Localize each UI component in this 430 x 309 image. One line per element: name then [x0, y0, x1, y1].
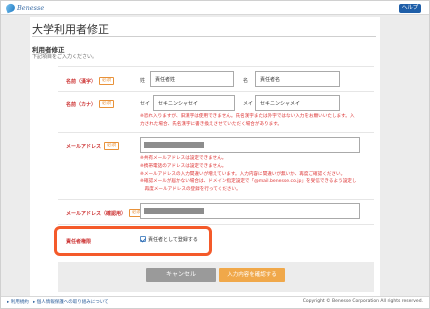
benesse-logo: Benesse — [4, 2, 45, 14]
highlight-box — [54, 226, 212, 256]
button-bar — [58, 262, 374, 292]
sei-kanji-label: 姓 — [140, 78, 146, 84]
title-divider — [32, 36, 376, 37]
redacted-value — [144, 142, 204, 148]
mei-kana-label: メイ — [243, 101, 254, 107]
email-confirm-label: メールアドレス（確認用） 必須 — [66, 209, 145, 217]
cancel-button[interactable]: キャンセル — [146, 268, 216, 282]
logo-text: Benesse — [17, 4, 45, 12]
required-badge: 必須 — [99, 100, 115, 108]
footer: ▸ 利用規約 ▸ 個人情報保護への取り組みについて Copyright © Be… — [1, 296, 429, 308]
copyright: Copyright © Benesse Corporation All righ… — [302, 299, 423, 304]
redacted-value — [144, 208, 204, 214]
email-label: メールアドレス 必須 — [66, 142, 120, 150]
help-button[interactable]: ヘルプ — [399, 4, 421, 13]
privacy-link[interactable]: ▸ 個人情報保護への取り組みについて — [33, 299, 109, 305]
row-divider — [58, 199, 374, 200]
terms-link[interactable]: ▸ 利用規約 — [7, 299, 29, 305]
sei-kana-label: セイ — [140, 101, 151, 107]
row-divider — [58, 91, 374, 92]
name-kana-label: 名前（カナ） 必須 — [66, 100, 115, 108]
top-bar: Benesse ヘルプ — [1, 1, 429, 15]
name-kanji-label: 名前（漢字） 必須 — [66, 77, 115, 85]
mei-kanji-input[interactable]: 責任者名 — [255, 71, 340, 87]
sei-kanji-input[interactable]: 責任者姓 — [150, 71, 234, 87]
section-subtitle: 下記項目をご入力ください。 — [32, 54, 98, 60]
mei-kana-input[interactable]: セキニンシャメイ — [255, 95, 340, 111]
logo-icon — [4, 2, 17, 14]
confirm-button[interactable]: 入力内容を確認する — [219, 268, 285, 282]
mei-kanji-label: 名 — [243, 78, 249, 84]
required-badge: 必須 — [104, 142, 120, 150]
kana-note: ※恐れ入りますが、旧漢字は使用できません。氏名漢字または外字ではない入力をお願い… — [140, 114, 355, 127]
required-badge: 必須 — [99, 77, 115, 85]
row-divider — [58, 224, 374, 225]
row-divider — [58, 132, 374, 133]
row-divider — [58, 66, 374, 67]
email-confirm-input[interactable] — [140, 203, 360, 219]
email-notes: ※共有メールアドレスは設定できません。 ※携帯電話のアドレスは設定できません。 … — [140, 156, 357, 193]
page-title: 大学利用者修正 — [32, 23, 109, 36]
sei-kana-input[interactable]: セキニンシャセイ — [153, 95, 235, 111]
email-input[interactable] — [140, 137, 360, 153]
